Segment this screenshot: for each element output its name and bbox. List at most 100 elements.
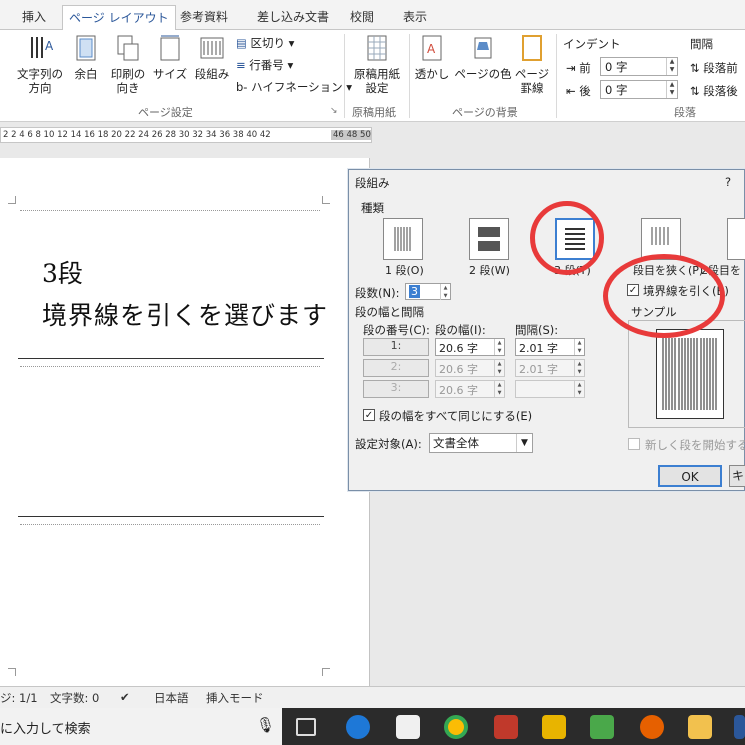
app-icon[interactable] bbox=[590, 715, 614, 739]
chrome-icon[interactable] bbox=[444, 715, 468, 739]
insert-mode-status[interactable]: 挿入モード bbox=[206, 690, 264, 706]
line-numbers-icon: ≡ bbox=[236, 58, 246, 72]
preset-one-column[interactable] bbox=[383, 218, 423, 260]
word-count[interactable]: 文字数: 0 bbox=[50, 690, 99, 706]
columns-count-label: 段数(N): bbox=[355, 286, 400, 300]
ribbon-separator bbox=[409, 34, 410, 118]
page-color-icon bbox=[474, 37, 492, 59]
hyphenation-icon: b‑ bbox=[236, 80, 248, 94]
tab-review[interactable]: 校閲 bbox=[350, 8, 374, 25]
document-line-2: 境界線を引くを選びます bbox=[42, 301, 329, 330]
store-icon[interactable] bbox=[396, 715, 420, 739]
indent-after-icon: ⇤ bbox=[566, 84, 576, 98]
size-icon bbox=[160, 35, 180, 61]
page-color-button[interactable]: ページの色 bbox=[454, 34, 512, 81]
breaks-button[interactable]: ▤ 区切り ▾ bbox=[236, 35, 294, 51]
app-icon[interactable] bbox=[494, 715, 518, 739]
spin-arrows-icon[interactable]: ▲ ▼ bbox=[666, 58, 677, 75]
page-border-button[interactable]: ページ 罫線 bbox=[514, 34, 550, 95]
page-border-icon bbox=[522, 35, 542, 61]
crop-mark bbox=[322, 668, 330, 676]
orientation-button[interactable]: 印刷の 向き bbox=[106, 34, 150, 95]
apply-to-select[interactable]: 文書全体 ▼ bbox=[429, 433, 533, 453]
highlight-circle bbox=[530, 201, 604, 275]
column-2-number: 2: bbox=[363, 359, 429, 377]
ok-button[interactable]: OK bbox=[658, 465, 722, 487]
spin-arrows-icon[interactable]: ▲ ▼ bbox=[494, 339, 504, 355]
spin-arrows-icon: ▲ ▼ bbox=[574, 381, 584, 397]
firefox-icon[interactable] bbox=[640, 715, 664, 739]
breaks-icon: ▤ bbox=[236, 36, 247, 50]
proofing-icon[interactable]: ✔ bbox=[120, 690, 130, 704]
language-status[interactable]: 日本語 bbox=[154, 690, 189, 706]
dialog-launcher-icon[interactable]: ↘ bbox=[330, 106, 338, 116]
size-button[interactable]: サイズ bbox=[152, 34, 188, 81]
grid-line bbox=[20, 366, 320, 367]
column-1-width[interactable]: 20.6 字 ▲ ▼ bbox=[435, 338, 505, 356]
hyphenation-button[interactable]: b‑ ハイフネーション ▾ bbox=[236, 79, 352, 95]
columns-button[interactable]: 段組み bbox=[193, 34, 231, 81]
watermark-button[interactable]: A 透かし bbox=[414, 34, 450, 81]
column-2-spacing: 2.01 字 ▲ ▼ bbox=[515, 359, 585, 377]
text-direction-button[interactable]: A 文字列の 方向 bbox=[14, 34, 66, 95]
search-placeholder: に入力して検索 bbox=[0, 722, 91, 737]
margins-button[interactable]: 余白 bbox=[70, 34, 102, 81]
taskbar-search[interactable]: に入力して検索 🎙 bbox=[0, 708, 282, 745]
ribbon-tabs: 挿入 ページ レイアウト 参考資料 差し込み文書 校閲 表示 bbox=[0, 0, 745, 31]
page-count[interactable]: ジ: 1/1 bbox=[0, 690, 38, 706]
tab-mailings[interactable]: 差し込み文書 bbox=[257, 8, 329, 25]
spacing-after-icon: ⇅ bbox=[690, 84, 700, 98]
status-bar: ジ: 1/1 文字数: 0 ✔ 日本語 挿入モード bbox=[0, 686, 745, 708]
file-explorer-icon[interactable] bbox=[688, 715, 712, 739]
preset-two-columns[interactable] bbox=[469, 218, 509, 260]
spin-arrows-icon: ▲ ▼ bbox=[574, 360, 584, 376]
spin-arrows-icon[interactable]: ▲ ▼ bbox=[666, 81, 677, 98]
spacing-label: 間隔 bbox=[690, 37, 713, 51]
media-player-icon[interactable] bbox=[542, 715, 566, 739]
preset-narrow-right[interactable] bbox=[727, 218, 745, 260]
columns-count-field[interactable]: 3 ▲ ▼ bbox=[405, 283, 451, 300]
column-1-spacing[interactable]: 2.01 字 ▲ ▼ bbox=[515, 338, 585, 356]
text-direction-icon: A bbox=[31, 37, 54, 58]
crop-mark bbox=[8, 196, 16, 204]
help-button[interactable]: ? bbox=[725, 175, 731, 189]
tab-page-layout[interactable]: ページ レイアウト bbox=[62, 5, 176, 31]
tab-insert[interactable]: 挿入 bbox=[22, 8, 46, 25]
column-3-width: 20.6 字 ▲ ▼ bbox=[435, 380, 505, 398]
column-2-width: 20.6 字 ▲ ▼ bbox=[435, 359, 505, 377]
document-line-1: 3段 bbox=[42, 259, 83, 288]
cancel-button[interactable]: キ bbox=[729, 465, 745, 487]
horizontal-ruler[interactable]: 2 2 4 6 8 10 12 14 16 18 20 22 24 26 28 … bbox=[0, 127, 372, 143]
task-view-icon[interactable] bbox=[296, 718, 316, 736]
column-3-number: 3: bbox=[363, 380, 429, 398]
column-border-line bbox=[18, 358, 324, 359]
indent-after-field[interactable]: 0 字 ▲ ▼ bbox=[600, 80, 678, 99]
new-column-label: 新しく段を開始する(U bbox=[645, 438, 745, 452]
spin-arrows-icon: ▲ ▼ bbox=[494, 360, 504, 376]
width-spacing-label: 段の幅と間隔 bbox=[355, 305, 424, 319]
chevron-down-icon[interactable]: ▼ bbox=[516, 434, 532, 452]
column-1-number[interactable]: 1: bbox=[363, 338, 429, 356]
equal-width-checkbox[interactable]: ✓ bbox=[363, 409, 375, 421]
watermark-icon: A bbox=[422, 35, 442, 61]
crop-mark bbox=[322, 196, 330, 204]
spin-arrows-icon[interactable]: ▲ ▼ bbox=[440, 284, 450, 300]
column-3-spacing: ▲ ▼ bbox=[515, 380, 585, 398]
word-icon[interactable] bbox=[734, 715, 745, 739]
apply-to-label: 設定対象(A): bbox=[355, 437, 422, 451]
spin-arrows-icon[interactable]: ▲ ▼ bbox=[574, 339, 584, 355]
indent-before-field[interactable]: 0 字 ▲ ▼ bbox=[600, 57, 678, 76]
microphone-icon[interactable]: 🎙 bbox=[256, 716, 275, 734]
spacing-before-label: ⇅ 段落前 bbox=[690, 61, 738, 75]
document-page[interactable]: 3段 境界線を引くを選びます bbox=[0, 158, 370, 686]
edge-icon[interactable] bbox=[346, 715, 370, 739]
type-label: 種類 bbox=[361, 201, 384, 215]
orientation-icon bbox=[117, 35, 139, 61]
indent-before-label: ⇥ 前 bbox=[566, 61, 591, 75]
manuscript-icon bbox=[367, 35, 387, 61]
line-numbers-button[interactable]: ≡ 行番号 ▾ bbox=[236, 57, 293, 73]
manuscript-button[interactable]: 原稿用紙 設定 bbox=[350, 34, 404, 95]
tab-references[interactable]: 参考資料 bbox=[180, 8, 228, 25]
ribbon-separator bbox=[344, 34, 345, 118]
tab-view[interactable]: 表示 bbox=[403, 8, 427, 25]
